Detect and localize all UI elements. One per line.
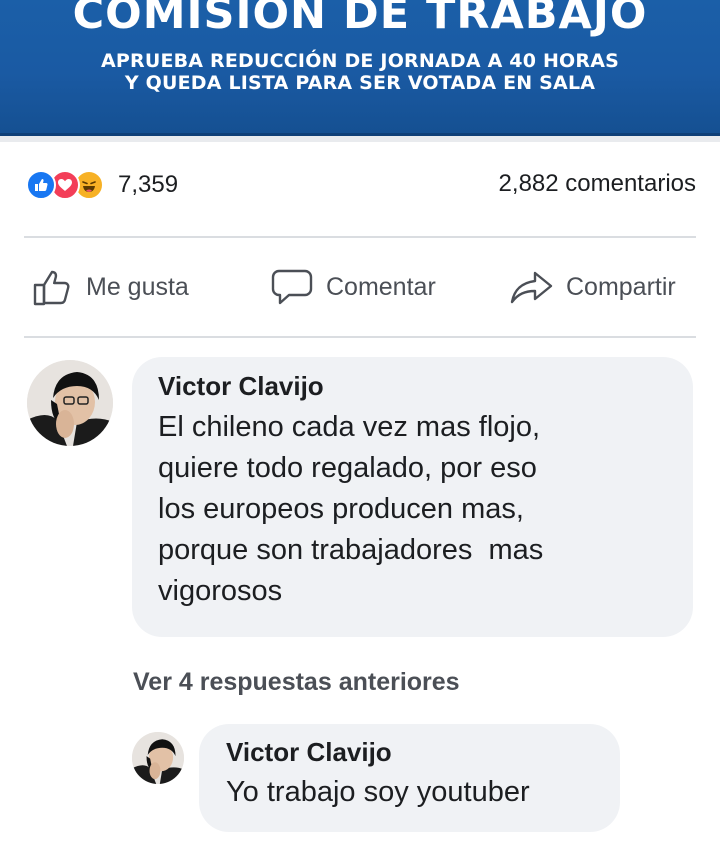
like-button[interactable]: Me gusta [32,265,189,309]
banner-subtitle: APRUEBA REDUCCIÓN DE JORNADA A 40 HORAS … [0,50,720,94]
banner-subtitle-line-2: Y QUEDA LISTA PARA SER VOTADA EN SALA [124,72,596,94]
banner-separator [0,136,720,142]
reply-author[interactable]: Victor Clavijo [226,737,596,768]
comment-text-line: porque son trabajadores mas [158,534,544,566]
like-icon [26,170,56,200]
divider-top [24,236,696,238]
comment-button[interactable]: Comentar [270,265,436,309]
divider-bottom [24,336,696,338]
speech-bubble-icon [271,269,313,305]
share-button[interactable]: Compartir [508,265,676,309]
avatar[interactable] [132,732,184,784]
news-banner: COMISIÓN DE TRABAJO APRUEBA REDUCCIÓN DE… [0,0,720,136]
view-previous-replies-link[interactable]: Ver 4 respuestas anteriores [133,668,460,697]
reactions-summary[interactable]: 7,359 [26,165,178,205]
avatar[interactable] [27,360,113,446]
reaction-count: 7,359 [118,171,179,198]
comment-text-line: vigorosos [158,575,283,607]
share-arrow-icon [510,271,553,304]
thumbs-up-icon [33,270,70,306]
share-label: Compartir [566,272,676,301]
comment-author[interactable]: Victor Clavijo [158,371,665,402]
banner-title: COMISIÓN DE TRABAJO [72,0,648,39]
reply-bubble: Victor Clavijo Yo trabajo soy youtuber [199,724,620,832]
comment-label: Comentar [326,272,436,301]
like-label: Me gusta [86,272,189,301]
comment-text-line: los europeos producen mas, [158,493,524,525]
banner-subtitle-line-1: APRUEBA REDUCCIÓN DE JORNADA A 40 HORAS [100,50,620,72]
reply-text: Yo trabajo soy youtuber [226,776,530,808]
comment-text-line: El chileno cada vez mas flojo, [158,411,541,443]
comment-bubble: Victor Clavijo El chileno cada vez mas f… [132,357,693,637]
comments-count[interactable]: 2,882 comentarios [499,170,696,198]
comment-text: El chileno cada vez mas flojo, quiere to… [158,407,665,612]
comment-text-line: quiere todo regalado, por eso [158,452,537,484]
